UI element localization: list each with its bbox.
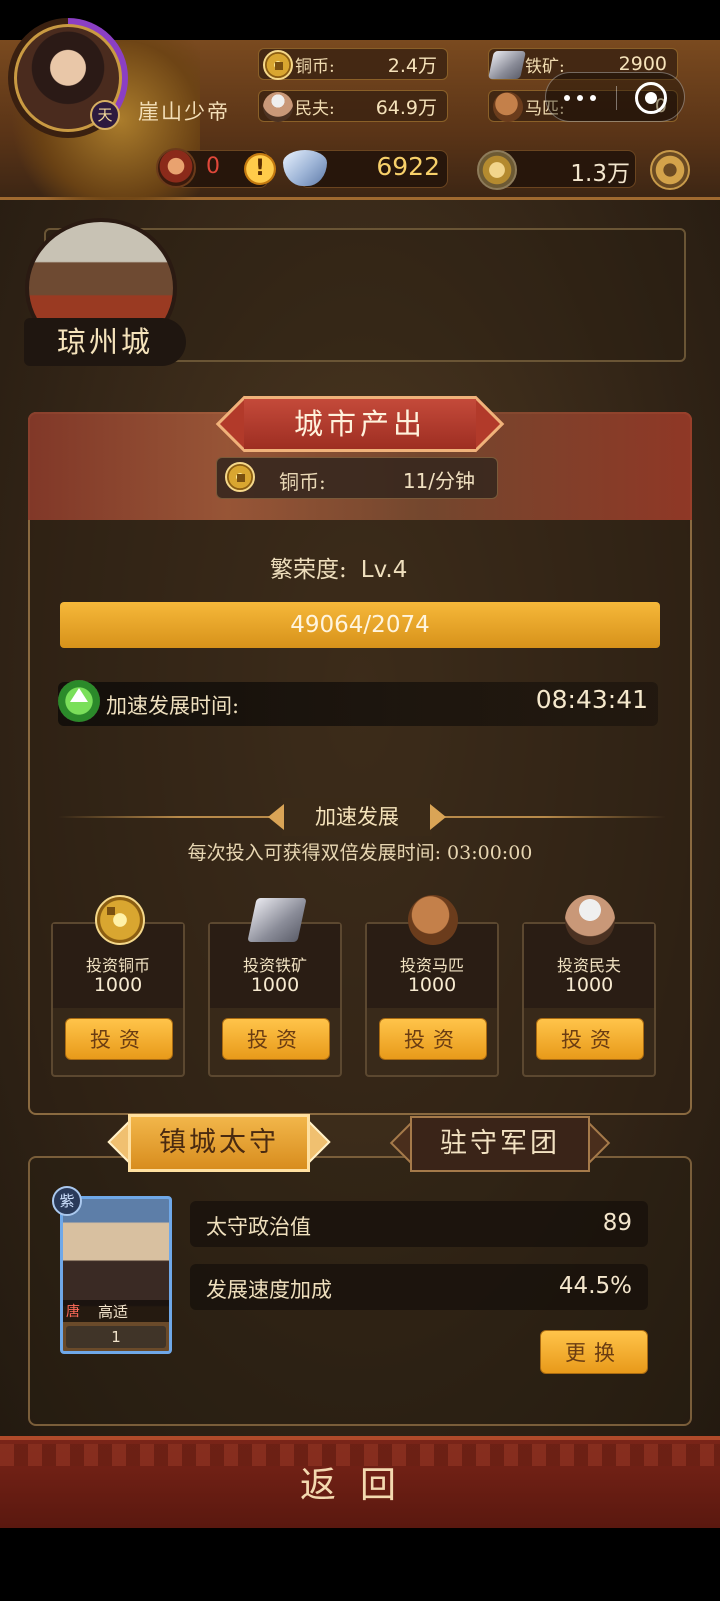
copper-output: 铜币: 11/分钟: [216, 457, 498, 499]
jade-value: 1.3万: [570, 161, 630, 187]
coin-icon: [95, 895, 145, 945]
warrior-icon[interactable]: [156, 148, 196, 188]
system-nav-area: [0, 1528, 720, 1601]
warrior-count: 0: [206, 154, 220, 179]
jade-token-icon: [477, 150, 517, 190]
iron-icon: [247, 898, 307, 942]
close-miniprogram-icon[interactable]: [635, 82, 667, 114]
horse-icon: [408, 895, 458, 945]
arrow-up-icon: [58, 680, 100, 722]
city-name: 琼州城: [24, 318, 186, 366]
warning-icon[interactable]: !: [244, 153, 276, 185]
prosperity-level: 繁荣度: Lv.4: [270, 557, 408, 583]
invest-card-iron: 投资铁矿 1000 投资: [208, 922, 342, 1077]
tab-garrison[interactable]: 驻守军团: [389, 1116, 611, 1172]
laborer-icon: [565, 895, 615, 945]
invest-copper-button[interactable]: 投资: [65, 1018, 173, 1060]
invest-card-labor: 投资民夫 1000 投资: [522, 922, 656, 1077]
iron-icon: [488, 51, 526, 79]
player-name: 崖山少帝: [138, 100, 230, 124]
laborer-icon: [263, 92, 293, 122]
more-icon[interactable]: [564, 89, 600, 107]
output-title-banner: 城市产出: [214, 395, 506, 453]
coin-icon: [263, 50, 293, 80]
copper-resource: 铜币: 2.4万: [258, 48, 448, 80]
invest-iron-button[interactable]: 投资: [222, 1018, 330, 1060]
back-button[interactable]: 返回: [260, 1458, 460, 1514]
stat-row-speed-bonus: 发展速度加成 44.5%: [190, 1264, 648, 1310]
speed-time-label: 加速发展时间:: [106, 694, 240, 718]
coin-icon: [225, 462, 255, 492]
swap-governor-button[interactable]: 更换: [540, 1330, 648, 1374]
labor-resource: 民夫: 64.9万: [258, 90, 448, 122]
hero-level: 1: [111, 1328, 121, 1346]
copper-value: 2.4万: [387, 54, 437, 77]
invest-labor-button[interactable]: 投资: [536, 1018, 644, 1060]
tab-governor[interactable]: 镇城太守: [107, 1114, 331, 1172]
labor-value: 64.9万: [375, 96, 437, 119]
accelerate-title: 加速发展: [268, 798, 446, 836]
accelerate-description: 每次投入可获得双倍发展时间: 03:00:00: [187, 842, 533, 864]
player-title-badge: 天: [90, 100, 120, 130]
copper-rate: 11/分钟: [402, 469, 475, 493]
prosperity-progress-text: 49064/2074: [290, 612, 430, 638]
gear-icon[interactable]: [650, 150, 690, 190]
invest-horse-button[interactable]: 投资: [379, 1018, 487, 1060]
hero-dynasty: 唐: [66, 1304, 80, 1320]
hero-rank-badge: 紫: [52, 1186, 82, 1216]
silver-value: 6922: [376, 152, 440, 181]
horse-icon: [493, 92, 523, 122]
miniprogram-capsule: [545, 72, 685, 122]
stat-row-politics: 太守政治值 89: [190, 1201, 648, 1247]
output-title: 城市产出: [244, 396, 476, 452]
hero-name: 高适: [98, 1303, 129, 1321]
speed-time-value: 08:43:41: [535, 685, 648, 714]
invest-card-horse: 投资马匹 1000 投资: [365, 922, 499, 1077]
invest-card-copper: 投资铜币 1000 投资: [51, 922, 185, 1077]
